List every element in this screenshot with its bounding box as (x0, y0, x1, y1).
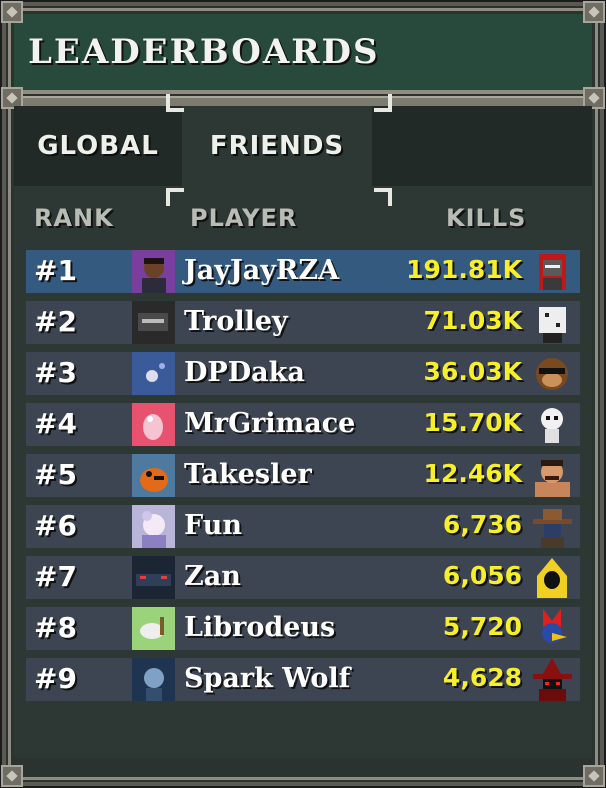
kills-value: 36.03K (423, 357, 522, 386)
player-name: Zan (184, 561, 241, 592)
rank-label: #5 (34, 458, 77, 491)
skeleton-icon (531, 403, 574, 446)
kills-value: 191.81K (406, 255, 522, 284)
player-avatar (132, 250, 175, 293)
player-name: JayJayRZA (184, 255, 340, 286)
corner-ornament-icon (1, 765, 23, 787)
leaderboard-row[interactable]: #5 Takesler 12.46K (26, 454, 580, 497)
selection-bracket-icon (374, 188, 392, 206)
leaderboard-list: #1 JayJayRZA 191.81K #2 Trolley 71.03K #3 DPDak… (26, 250, 580, 709)
leaderboard-row[interactable]: #2 Trolley 71.03K (26, 301, 580, 344)
muscle-man-icon (531, 454, 574, 497)
rank-label: #4 (34, 407, 77, 440)
selection-bracket-icon (166, 188, 184, 206)
rank-label: #9 (34, 662, 77, 695)
corner-ornament-icon (583, 1, 605, 23)
player-avatar (132, 454, 175, 497)
leaderboard-row[interactable]: #7 Zan 6,056 (26, 556, 580, 599)
player-name: MrGrimace (184, 408, 356, 439)
kills-value: 71.03K (423, 306, 522, 335)
yellow-hood-icon (531, 556, 574, 599)
selection-bracket-icon (374, 94, 392, 112)
rank-label: #7 (34, 560, 77, 593)
player-name: Librodeus (184, 612, 336, 643)
leaderboard-row[interactable]: #1 JayJayRZA 191.81K (26, 250, 580, 293)
leaderboard-row[interactable]: #3 DPDaka 36.03K (26, 352, 580, 395)
rank-label: #8 (34, 611, 77, 644)
player-avatar (132, 658, 175, 701)
player-name: Trolley (184, 306, 288, 337)
corner-ornament-icon (1, 1, 23, 23)
player-avatar (132, 301, 175, 344)
kills-value: 6,736 (442, 510, 522, 539)
selection-bracket-icon (166, 94, 184, 112)
red-bird-icon (531, 607, 574, 650)
corner-ornament-icon (583, 765, 605, 787)
column-header-kills: KILLS (446, 204, 527, 232)
page-title: LEADERBOARDS (28, 32, 380, 72)
rank-label: #3 (34, 356, 77, 389)
red-hooded-robot-icon (531, 250, 574, 293)
red-wizard-icon (531, 658, 574, 701)
player-name: Spark Wolf (184, 663, 351, 694)
leaderboard-row[interactable]: #6 Fun 6,736 (26, 505, 580, 548)
kills-value: 4,628 (442, 663, 522, 692)
monkey-sunglasses-icon (531, 352, 574, 395)
cowboy-hat-icon (531, 505, 574, 548)
kills-value: 12.46K (423, 459, 522, 488)
tab-friends[interactable]: FRIENDS (182, 106, 372, 186)
column-header-rank: RANK (34, 204, 114, 232)
player-name: Takesler (184, 459, 312, 490)
kills-value: 6,056 (442, 561, 522, 590)
leaderboard-row[interactable]: #4 MrGrimace 15.70K (26, 403, 580, 446)
kills-value: 5,720 (442, 612, 522, 641)
player-avatar (132, 352, 175, 395)
tab-global[interactable]: GLOBAL (14, 106, 182, 186)
player-name: Fun (184, 510, 242, 541)
dice-head-icon (531, 301, 574, 344)
rank-label: #6 (34, 509, 77, 542)
rank-label: #2 (34, 305, 77, 338)
header-panel: LEADERBOARDS (14, 14, 592, 94)
leaderboard-row[interactable]: #8 Librodeus 5,720 (26, 607, 580, 650)
column-header-player: PLAYER (190, 204, 298, 232)
player-name: DPDaka (184, 357, 305, 388)
player-avatar (132, 556, 175, 599)
leaderboard-row[interactable]: #9 Spark Wolf 4,628 (26, 658, 580, 701)
kills-value: 15.70K (423, 408, 522, 437)
player-avatar (132, 505, 175, 548)
tab-bar: GLOBAL FRIENDS (14, 106, 592, 186)
player-avatar (132, 607, 175, 650)
player-avatar (132, 403, 175, 446)
rank-label: #1 (34, 254, 77, 287)
